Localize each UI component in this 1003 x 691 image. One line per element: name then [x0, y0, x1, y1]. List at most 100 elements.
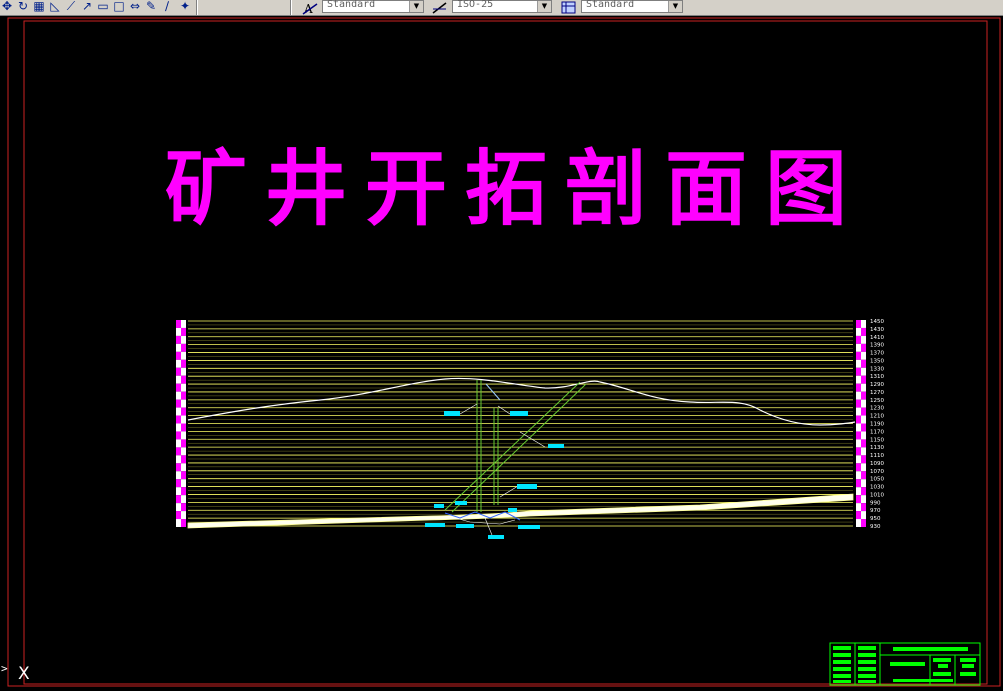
scale-bar-cell [856, 439, 861, 448]
scale-bar-cell [181, 399, 186, 408]
scale-bar-cell [856, 463, 861, 472]
window-icon[interactable]: ▦ [32, 0, 46, 13]
scale-bar-cell [861, 423, 866, 432]
scale-bar-cell [176, 479, 181, 488]
title-block-text [893, 679, 953, 682]
title-block-text [858, 674, 876, 678]
elevation-label: 930 [870, 524, 881, 530]
title-block-text [960, 672, 976, 676]
title-block-text [938, 664, 948, 668]
elevation-label: 1030 [870, 485, 884, 491]
scale-bar-cell [181, 519, 186, 527]
scale-bar-cell [861, 471, 866, 480]
scale-bar-cell [181, 407, 186, 416]
scale-bar-cell [181, 455, 186, 464]
chevron-down-icon[interactable]: ▼ [668, 1, 682, 12]
scale-bar-cell [176, 407, 181, 416]
drawing-canvas[interactable]: 矿井开拓剖面图 1450 1430 1410 1390 13701350 1330 1310… [0, 16, 1003, 691]
scale-bar-cell [181, 383, 186, 392]
dimension-icon[interactable]: ◺ [48, 0, 62, 13]
scale-bar-cell [176, 383, 181, 392]
scale-bar-cell [176, 503, 181, 512]
scale-bar-cell [176, 399, 181, 408]
pencil-icon[interactable]: ✎ [144, 0, 158, 13]
scale-bar-cell [861, 383, 866, 392]
scale-bar-cell [856, 367, 861, 376]
terrain-profile [187, 377, 856, 426]
elevation-label: 1310 [870, 374, 884, 380]
title-block-text [960, 658, 976, 662]
elevation-label: 1370 [870, 351, 884, 357]
text-style-icon: A [302, 0, 318, 16]
scale-bar-cell [861, 463, 866, 472]
command-prompt: > [1, 662, 8, 675]
table-style-select[interactable]: Standard ▼ [581, 0, 683, 13]
arrow-icon[interactable]: ↗ [80, 0, 94, 13]
scale-bar-cell [861, 519, 866, 527]
elevation-label: 1410 [870, 335, 884, 341]
square-icon[interactable]: □ [112, 0, 126, 13]
scale-bar-cell [856, 471, 861, 480]
title-block-text [833, 680, 851, 683]
scale-bar-cell [856, 327, 861, 336]
scale-bar-cell [181, 487, 186, 496]
scale-bar-cell [861, 399, 866, 408]
orbit-icon[interactable]: ↻ [16, 0, 30, 13]
scale-bar-cell [861, 351, 866, 360]
toolbar-separator [290, 0, 292, 15]
scale-bar-cell [856, 383, 861, 392]
scale-bar-cell [856, 423, 861, 432]
scale-bar-cell [856, 415, 861, 424]
scale-bar-cell [181, 327, 186, 336]
scale-bar-cell [176, 375, 181, 384]
drawing-title: 矿井开拓剖面图 [165, 142, 865, 237]
title-block-text [933, 672, 951, 676]
text-style-select[interactable]: Standard ▼ [322, 0, 424, 13]
scale-bar-cell [856, 479, 861, 488]
scale-bar-cell [176, 447, 181, 456]
scale-bar-cell [856, 447, 861, 456]
pan-icon[interactable]: ✥ [0, 0, 14, 13]
wand-icon[interactable]: ✦ [178, 0, 192, 13]
elevation-label: 1390 [870, 343, 884, 349]
scale-bar-cell [861, 327, 866, 336]
scale-bar-cell [181, 415, 186, 424]
scale-bar-cell [176, 359, 181, 368]
scale-bar-cell [176, 327, 181, 336]
title-block-text [858, 646, 876, 650]
scale-bar-cell [176, 463, 181, 472]
scale-bar-cell [176, 391, 181, 400]
scale-bar-cell [181, 471, 186, 480]
scale-bar-cell [176, 431, 181, 440]
line-icon[interactable]: ⟋ [64, 0, 78, 13]
dim-style-select[interactable]: ISO-25 ▼ [452, 0, 552, 13]
elevation-label: 1210 [870, 414, 884, 420]
scale-bar-cell [856, 487, 861, 496]
scale-bar-cell [861, 487, 866, 496]
scale-bar-cell [181, 391, 186, 400]
toolbar-separator [196, 0, 198, 15]
elevation-label: 1130 [870, 445, 884, 451]
scale-bar-cell [176, 487, 181, 496]
elevation-label: 1050 [870, 477, 884, 483]
scale-bar-cell [856, 351, 861, 360]
chevron-down-icon[interactable]: ▼ [409, 1, 423, 12]
scale-bar-cell [861, 503, 866, 512]
elevation-label: 1290 [870, 382, 884, 388]
title-block-text [833, 660, 851, 664]
scale-bar-cell [861, 407, 866, 416]
scale-bar-cell [861, 455, 866, 464]
chevron-down-icon[interactable]: ▼ [537, 1, 551, 12]
rectangle-icon[interactable]: ▭ [96, 0, 110, 13]
scale-bar-cell [181, 359, 186, 368]
brush-icon[interactable]: ∕ [160, 0, 174, 13]
scale-bar-cell [861, 391, 866, 400]
scale-bar-cell [176, 511, 181, 520]
scale-bar-cell [861, 415, 866, 424]
scale-bar-cell [181, 495, 186, 504]
scale-bar-cell [856, 391, 861, 400]
move-icon[interactable]: ⇔ [128, 0, 142, 13]
scale-bar-cell [181, 463, 186, 472]
scale-bar-cell [861, 479, 866, 488]
scale-bar-cell [861, 335, 866, 344]
